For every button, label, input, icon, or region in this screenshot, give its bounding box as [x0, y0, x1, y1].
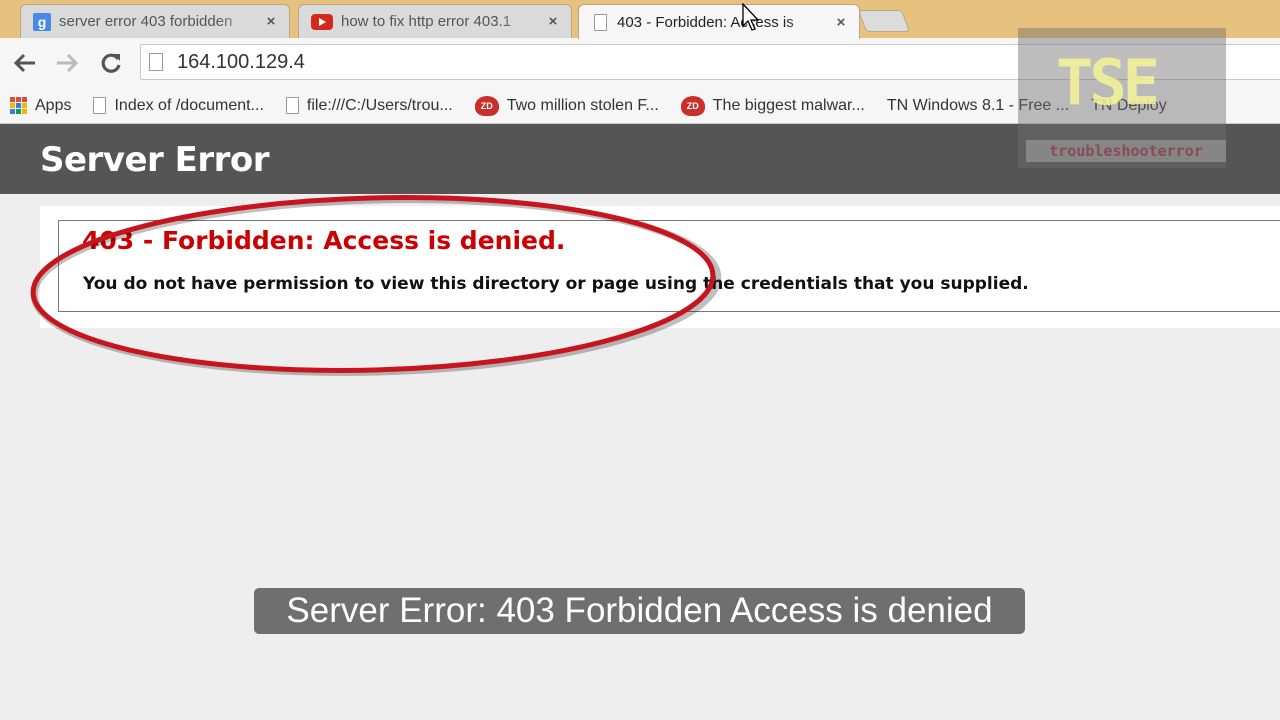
tab-youtube[interactable]: how to fix http error 403.1 × [298, 4, 572, 38]
tab-title: server error 403 forbidden [59, 13, 233, 30]
new-tab-button[interactable] [857, 10, 911, 32]
google-icon: g [33, 12, 51, 31]
bookmark-label: Apps [35, 96, 72, 114]
bookmark-label: file:///C:/Users/trou... [306, 96, 453, 114]
close-tab-icon[interactable]: × [833, 14, 849, 31]
back-button[interactable] [10, 48, 40, 78]
forward-button[interactable] [52, 48, 82, 78]
bookmark-two-million-stolen[interactable]: ZD Two million stolen F... [474, 95, 659, 116]
bookmark-biggest-malware[interactable]: ZD The biggest malwar... [680, 95, 865, 116]
arrow-left-icon [13, 53, 35, 73]
error-title: 403 - Forbidden: Access is denied. [82, 226, 566, 255]
page-icon [149, 53, 163, 71]
page-icon [93, 97, 107, 114]
close-tab-icon[interactable]: × [263, 13, 279, 30]
bookmark-label: The biggest malwar... [712, 96, 865, 114]
bookmark-apps[interactable]: Apps [10, 97, 71, 115]
mouse-cursor-icon [742, 3, 760, 31]
page-icon [593, 13, 607, 31]
bookmark-index-of-document[interactable]: Index of /document... [93, 96, 264, 115]
arrow-right-icon [57, 53, 79, 73]
close-tab-icon[interactable]: × [545, 13, 561, 30]
youtube-icon [311, 13, 333, 30]
watermark-site-text: troubleshooterror [1026, 140, 1226, 162]
bookmark-label: Two million stolen F... [506, 96, 659, 114]
reload-button[interactable] [96, 48, 126, 78]
zdnet-icon: ZD [680, 95, 705, 116]
bookmark-label: Index of /document... [114, 96, 264, 114]
page-icon [285, 97, 299, 114]
reload-icon [101, 53, 121, 73]
watermark-logo: TSE troubleshooterror [1018, 28, 1226, 168]
bookmark-file-users[interactable]: file:///C:/Users/trou... [285, 96, 453, 115]
watermark-logo-text: TSE [1056, 46, 1160, 119]
tab-title: 403 - Forbidden: Access is [617, 13, 794, 31]
tab-403-forbidden[interactable]: 403 - Forbidden: Access is × [578, 4, 860, 39]
tab-title: how to fix http error 403.1 [341, 13, 512, 30]
video-caption: Server Error: 403 Forbidden Access is de… [254, 588, 1025, 634]
apps-icon [10, 97, 27, 114]
page-title: Server Error [40, 140, 270, 180]
url-input[interactable] [177, 50, 977, 74]
zdnet-icon: ZD [474, 95, 499, 116]
tab-google-search[interactable]: g server error 403 forbidden × [20, 4, 290, 38]
error-description: You do not have permission to view this … [83, 274, 1029, 294]
